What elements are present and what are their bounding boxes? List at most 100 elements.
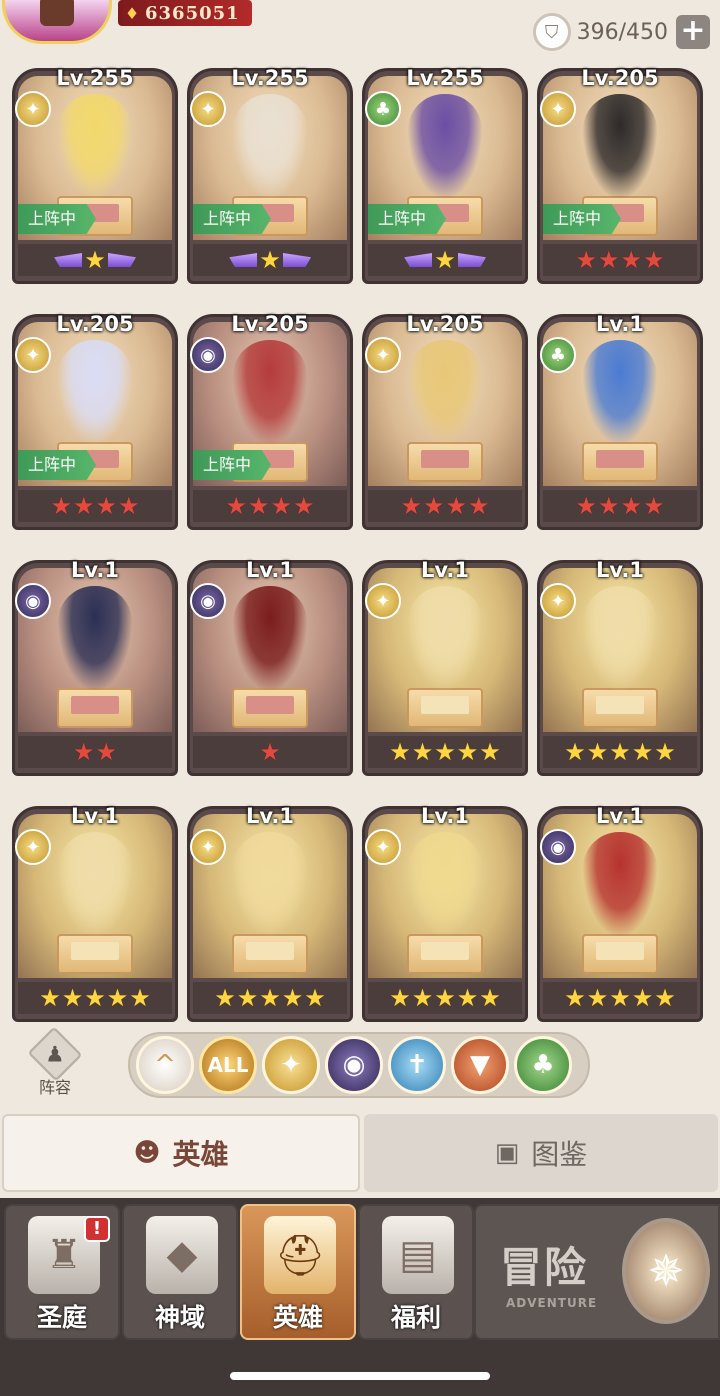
hero-card[interactable]: Lv.205 ✦ 上阵中 ★ ★ ★ ★ xyxy=(537,56,703,284)
light-faction-icon: ✦ xyxy=(15,337,51,373)
crystal-shrine-icon: ◆ xyxy=(146,1216,218,1294)
hero-card[interactable]: Lv.1 ✦ ★ ★ ★ ★ ★ xyxy=(537,548,703,776)
filter-dark-icon[interactable]: ◉ xyxy=(325,1036,383,1094)
nav-heroes-label: 英雄 xyxy=(272,1303,323,1332)
star-icon: ★ xyxy=(654,984,676,1012)
star-icon: ★ xyxy=(389,738,411,766)
nav-adventure[interactable]: 冒险 ADVENTURE ✵ xyxy=(474,1204,720,1340)
hero-card[interactable]: Lv.255 ✦ 上阵中 ★ xyxy=(187,56,353,284)
light-faction-icon: ✦ xyxy=(190,829,226,865)
star-icon: ★ xyxy=(654,738,676,766)
star-icon: ★ xyxy=(214,984,236,1012)
winged-star-icon: ★ xyxy=(54,248,136,272)
hero-pedestal xyxy=(232,688,308,728)
star-icon: ★ xyxy=(270,492,293,520)
hero-level: Lv.1 xyxy=(71,558,119,582)
hero-card[interactable]: Lv.205 ✦ ★ ★ ★ ★ xyxy=(362,302,528,530)
hero-card[interactable]: Lv.1 ✦ ★ ★ ★ ★ ★ xyxy=(362,548,528,776)
filter-light-icon[interactable]: ✦ xyxy=(262,1036,320,1094)
hero-level: Lv.1 xyxy=(246,804,294,828)
star-icon: ★ xyxy=(620,492,643,520)
hero-pedestal xyxy=(582,934,658,974)
hero-level: Lv.255 xyxy=(406,66,484,90)
top-bar: ♦ 6365051 ⛉ 396/450 + xyxy=(0,0,720,58)
hero-card[interactable]: Lv.1 ✦ ★ ★ ★ ★ ★ xyxy=(187,794,353,1022)
star-icon: ★ xyxy=(631,984,654,1012)
star-rating: ★ ★ ★ ★ xyxy=(193,490,347,522)
hero-card[interactable]: Lv.1 ◉ ★ ★ xyxy=(12,548,178,776)
hero-card[interactable]: Lv.205 ◉ 上阵中 ★ ★ ★ ★ xyxy=(187,302,353,530)
hero-sprite xyxy=(408,832,482,936)
tab-codex[interactable]: ▣ 图鉴 xyxy=(364,1114,718,1192)
hero-sprite xyxy=(583,94,657,198)
star-icon: ★ xyxy=(84,984,106,1012)
hero-pedestal xyxy=(57,934,133,974)
star-icon: ★ xyxy=(434,738,456,766)
horned-helmet-icon: ⛑ xyxy=(264,1216,336,1294)
dark-faction-icon: ◉ xyxy=(540,829,576,865)
lineup-button[interactable]: ♟ 阵容 xyxy=(20,1026,90,1102)
hero-level: Lv.205 xyxy=(406,312,484,336)
star-icon: ★ xyxy=(479,984,501,1012)
nav-domain-label: 神域 xyxy=(154,1303,205,1332)
star-rating: ★ xyxy=(193,736,347,768)
hero-sprite xyxy=(58,340,132,444)
star-icon: ★ xyxy=(631,738,654,766)
hero-card[interactable]: Lv.205 ✦ 上阵中 ★ ★ ★ ★ xyxy=(12,302,178,530)
hero-sprite xyxy=(233,94,307,198)
hero-card[interactable]: Lv.1 ✦ ★ ★ ★ ★ ★ xyxy=(12,794,178,1022)
hero-level: Lv.1 xyxy=(596,312,644,336)
hero-sprite xyxy=(408,586,482,690)
home-indicator[interactable] xyxy=(230,1372,490,1380)
winged-star-icon: ★ xyxy=(404,248,486,272)
nav-welfare[interactable]: ▤ 福利 xyxy=(358,1204,474,1340)
star-rating: ★ ★ ★ ★ ★ xyxy=(368,982,522,1014)
expand-capacity-button[interactable]: + xyxy=(676,15,710,49)
hero-card[interactable]: Lv.1 ◉ ★ ★ ★ ★ ★ xyxy=(537,794,703,1022)
star-icon: ★ xyxy=(422,492,445,520)
filter-beast-icon[interactable]: ▼ xyxy=(451,1036,509,1094)
nav-domain[interactable]: ◆ 神域 xyxy=(122,1204,238,1340)
hero-pedestal xyxy=(407,688,483,728)
on-team-tag: 上阵中 xyxy=(368,204,447,234)
avatar-portrait xyxy=(40,0,74,26)
hero-card[interactable]: Lv.255 ✦ 上阵中 ★ xyxy=(12,56,178,284)
on-team-tag: 上阵中 xyxy=(193,204,272,234)
star-icon: ★ xyxy=(39,984,61,1012)
hero-card[interactable]: Lv.1 ◉ ★ xyxy=(187,548,353,776)
light-faction-icon: ✦ xyxy=(15,829,51,865)
star-rating: ★ ★ ★ ★ xyxy=(368,490,522,522)
star-rating: ★ ★ ★ ★ ★ xyxy=(18,982,172,1014)
filter-up-icon[interactable]: ^ xyxy=(136,1036,194,1094)
tab-codex-label: 图鉴 xyxy=(531,1138,588,1171)
compass-icon: ✵ xyxy=(622,1218,710,1324)
notification-badge: ! xyxy=(84,1216,110,1242)
hero-capacity: ⛉ 396/450 + xyxy=(532,12,710,52)
helmet-icon: ⛉ xyxy=(532,13,571,51)
star-icon: ★ xyxy=(389,984,411,1012)
tab-heroes[interactable]: ☻ 英雄 xyxy=(2,1114,360,1192)
filter-holy-icon[interactable]: ✝ xyxy=(388,1036,446,1094)
star-rating: ★ ★ ★ ★ ★ xyxy=(368,736,522,768)
star-rating: ★ ★ ★ ★ ★ xyxy=(543,736,697,768)
star-rating: ★ ★ ★ ★ xyxy=(543,244,697,276)
star-rating: ★ xyxy=(18,244,172,276)
hero-sprite xyxy=(408,340,482,444)
on-team-tag: 上阵中 xyxy=(18,204,97,234)
nav-court[interactable]: ♜ ! 圣庭 xyxy=(4,1204,120,1340)
filter-all-button[interactable]: ALL xyxy=(199,1036,257,1094)
hero-card[interactable]: Lv.1 ✦ ★ ★ ★ ★ ★ xyxy=(362,794,528,1022)
star-icon: ★ xyxy=(400,492,422,520)
hero-card[interactable]: Lv.1 ♣ ★ ★ ★ ★ xyxy=(537,302,703,530)
hero-sprite xyxy=(233,340,307,444)
player-avatar[interactable] xyxy=(2,0,112,44)
star-icon: ★ xyxy=(95,492,118,520)
star-icon: ★ xyxy=(586,738,609,766)
filter-nature-icon[interactable]: ♣ xyxy=(514,1036,572,1094)
nature-faction-icon: ♣ xyxy=(365,91,401,127)
nav-heroes[interactable]: ⛑ 英雄 xyxy=(240,1204,356,1340)
nav-court-label: 圣庭 xyxy=(36,1303,87,1332)
hero-card[interactable]: Lv.255 ♣ 上阵中 ★ xyxy=(362,56,528,284)
bottom-nav: ♜ ! 圣庭 ◆ 神域 ⛑ 英雄 ▤ 福利 冒险 ADVENTURE ✵ xyxy=(0,1198,720,1348)
hero-level: Lv.205 xyxy=(581,66,659,90)
